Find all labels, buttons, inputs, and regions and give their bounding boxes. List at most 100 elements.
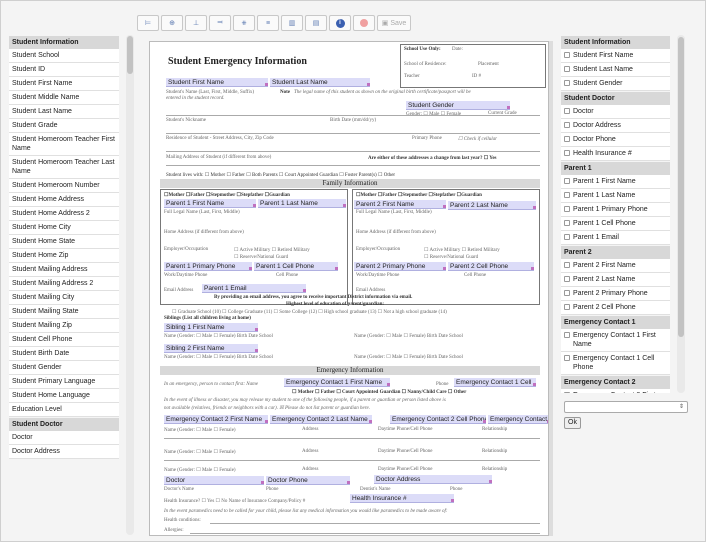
right-field-item[interactable]: Doctor xyxy=(561,105,670,119)
ok-button[interactable]: Ok xyxy=(564,417,581,429)
left-field-item[interactable]: Student Mailing Zip xyxy=(9,319,119,333)
student-first-name-field[interactable]: Student First Name xyxy=(166,78,268,87)
left-field-item[interactable]: Doctor xyxy=(9,431,119,445)
parent1-relations[interactable]: ☐Mother ☐Father ☐Stepmother ☐Stepfather … xyxy=(164,192,290,198)
left-field-item[interactable]: Student Homeroom Teacher First Name xyxy=(9,133,119,156)
left-field-item[interactable]: Student Middle Name xyxy=(9,91,119,105)
right-field-item[interactable]: Emergency Contact 1 Cell Phone xyxy=(561,352,670,375)
doctor-address-field[interactable]: Doctor Address xyxy=(374,475,492,484)
parent1-primary-phone-field[interactable]: Parent 1 Primary Phone xyxy=(164,262,252,271)
parent1-cell-phone-field[interactable]: Parent 1 Cell Phone xyxy=(254,262,338,271)
left-field-item[interactable]: Student Primary Language xyxy=(9,375,119,389)
left-panel-scrollbar[interactable] xyxy=(126,35,134,535)
parent2-last-name-field[interactable]: Parent 2 Last Name xyxy=(448,201,536,210)
ec1-cell-field[interactable]: Emergency Contact 1 Cell xyxy=(454,378,536,387)
right-panel-scroll-thumb[interactable] xyxy=(678,37,684,337)
sibling2-first-name-field[interactable]: Sibling 2 First Name xyxy=(164,344,258,353)
left-field-item[interactable]: Student Home City xyxy=(9,221,119,235)
right-field-item[interactable]: Emergency Contact 2 First Name xyxy=(561,389,670,393)
doctor-phone-field[interactable]: Doctor Phone xyxy=(266,476,350,485)
parent2-relations[interactable]: ☐Mother ☐Father ☐Stepmother ☐Stepfather … xyxy=(356,192,482,198)
left-field-item[interactable]: Student Homeroom Number xyxy=(9,179,119,193)
field-checkbox[interactable] xyxy=(564,262,570,268)
health-insurance-field[interactable]: Health Insurance # xyxy=(350,494,454,503)
parent1-reserve-option[interactable]: ☐ Reserve/National Guard xyxy=(234,254,288,260)
left-field-item[interactable]: Student Last Name xyxy=(9,105,119,119)
ec1-relations[interactable]: ☐ Mother ☐ Father ☐ Court Appointed Guar… xyxy=(292,389,466,395)
right-field-item[interactable]: Parent 1 Email xyxy=(561,231,670,245)
right-field-item[interactable]: Student Last Name xyxy=(561,63,670,77)
left-field-item[interactable]: Education Level xyxy=(9,403,119,417)
check-cellular-label[interactable]: ☐ Check if cellular xyxy=(458,136,497,142)
education-level-options[interactable]: ☐ Graduate School (10) ☐ College Graduat… xyxy=(172,309,447,315)
left-field-item[interactable]: Student ID xyxy=(9,63,119,77)
parent1-last-name-field[interactable]: Parent 1 Last Name xyxy=(258,199,346,208)
field-checkbox[interactable] xyxy=(564,136,570,142)
right-field-item[interactable]: Parent 1 Last Name xyxy=(561,189,670,203)
parent2-primary-phone-field[interactable]: Parent 2 Primary Phone xyxy=(354,262,446,271)
field-checkbox[interactable] xyxy=(564,150,570,156)
field-checkbox[interactable] xyxy=(564,80,570,86)
right-field-item[interactable]: Parent 2 Last Name xyxy=(561,273,670,287)
right-field-item[interactable]: Doctor Address xyxy=(561,119,670,133)
left-field-item[interactable]: Student Home Language xyxy=(9,389,119,403)
distribute-vertical-icon[interactable]: ≡ xyxy=(257,15,279,31)
field-checkbox[interactable] xyxy=(564,108,570,114)
field-checkbox[interactable] xyxy=(564,290,570,296)
same-width-icon[interactable]: ▥ xyxy=(281,15,303,31)
field-checkbox[interactable] xyxy=(564,355,570,361)
right-field-item[interactable]: Parent 2 Cell Phone xyxy=(561,301,670,315)
parent2-cell-phone-field[interactable]: Parent 2 Cell Phone xyxy=(448,262,534,271)
right-field-item[interactable]: Doctor Phone xyxy=(561,133,670,147)
left-field-item[interactable]: Student Mailing State xyxy=(9,305,119,319)
field-checkbox[interactable] xyxy=(564,304,570,310)
student-last-name-field[interactable]: Student Last Name xyxy=(270,78,370,87)
left-field-item[interactable]: Student Birth Date xyxy=(9,347,119,361)
align-bottom-icon[interactable]: ⊥ xyxy=(185,15,207,31)
field-checkbox[interactable] xyxy=(564,392,570,393)
right-field-item[interactable]: Parent 1 Cell Phone xyxy=(561,217,670,231)
left-field-item[interactable]: Student Home State xyxy=(9,235,119,249)
sibling1-first-name-field[interactable]: Sibling 1 First Name xyxy=(164,323,258,332)
field-checkbox[interactable] xyxy=(564,66,570,72)
left-field-item[interactable]: Student Grade xyxy=(9,119,119,133)
parent2-military-options[interactable]: ☐ Active Military ☐ Retired Military xyxy=(424,247,500,253)
field-checkbox[interactable] xyxy=(564,52,570,58)
right-field-item[interactable]: Parent 2 Primary Phone xyxy=(561,287,670,301)
align-right-icon[interactable]: ⫤ xyxy=(209,15,231,31)
field-checkbox[interactable] xyxy=(564,220,570,226)
parent1-email-field[interactable]: Parent 1 Email xyxy=(202,284,306,293)
delete-icon[interactable] xyxy=(353,15,375,31)
left-field-item[interactable]: Student Gender xyxy=(9,361,119,375)
left-field-item[interactable]: Student Cell Phone xyxy=(9,333,119,347)
right-field-item[interactable]: Parent 2 First Name xyxy=(561,259,670,273)
parent1-military-options[interactable]: ☐ Active Military ☐ Retired Military xyxy=(234,247,310,253)
field-checkbox[interactable] xyxy=(564,276,570,282)
field-checkbox[interactable] xyxy=(564,206,570,212)
left-field-item[interactable]: Student Mailing City xyxy=(9,291,119,305)
doctor-field[interactable]: Doctor xyxy=(164,476,264,485)
ec2-cell-phone-field[interactable]: Emergency Contact 2 Cell Phone xyxy=(390,415,486,424)
ec2-last-name-field[interactable]: Emergency Contact 2 Last Name xyxy=(270,415,372,424)
right-field-item[interactable]: Health Insurance # xyxy=(561,147,670,161)
parent2-reserve-option[interactable]: ☐ Reserve/National Guard xyxy=(424,254,478,260)
save-button[interactable]: ▣ Save xyxy=(377,15,411,31)
left-panel-scroll-thumb[interactable] xyxy=(127,36,133,74)
left-field-item[interactable]: Student Mailing Address 2 xyxy=(9,277,119,291)
ec2-p-field[interactable]: Emergency Contact 2 P xyxy=(488,415,548,424)
info-icon[interactable]: i xyxy=(329,15,351,31)
health-insurance-question[interactable]: Health Insurance? ☐ Yes ☐ No Name of Ins… xyxy=(164,498,305,504)
right-field-item[interactable]: Emergency Contact 1 First Name xyxy=(561,329,670,352)
right-field-item[interactable]: Parent 1 First Name xyxy=(561,175,670,189)
field-checkbox[interactable] xyxy=(564,192,570,198)
right-field-item[interactable]: Parent 1 Primary Phone xyxy=(561,203,670,217)
field-checkbox[interactable] xyxy=(564,332,570,338)
student-gender-field[interactable]: Student Gender xyxy=(406,101,510,110)
left-field-item[interactable]: Student Home Address 2 xyxy=(9,207,119,221)
ec1-first-name-field[interactable]: Emergency Contact 1 First Name xyxy=(284,378,390,387)
left-field-item[interactable]: Doctor Address xyxy=(9,445,119,459)
left-field-item[interactable]: Student Home Zip xyxy=(9,249,119,263)
lives-with-options[interactable]: Student lives with: ☐ Mother ☐ Father ☐ … xyxy=(166,172,395,178)
left-field-item[interactable]: Student School xyxy=(9,49,119,63)
same-height-icon[interactable]: ▤ xyxy=(305,15,327,31)
